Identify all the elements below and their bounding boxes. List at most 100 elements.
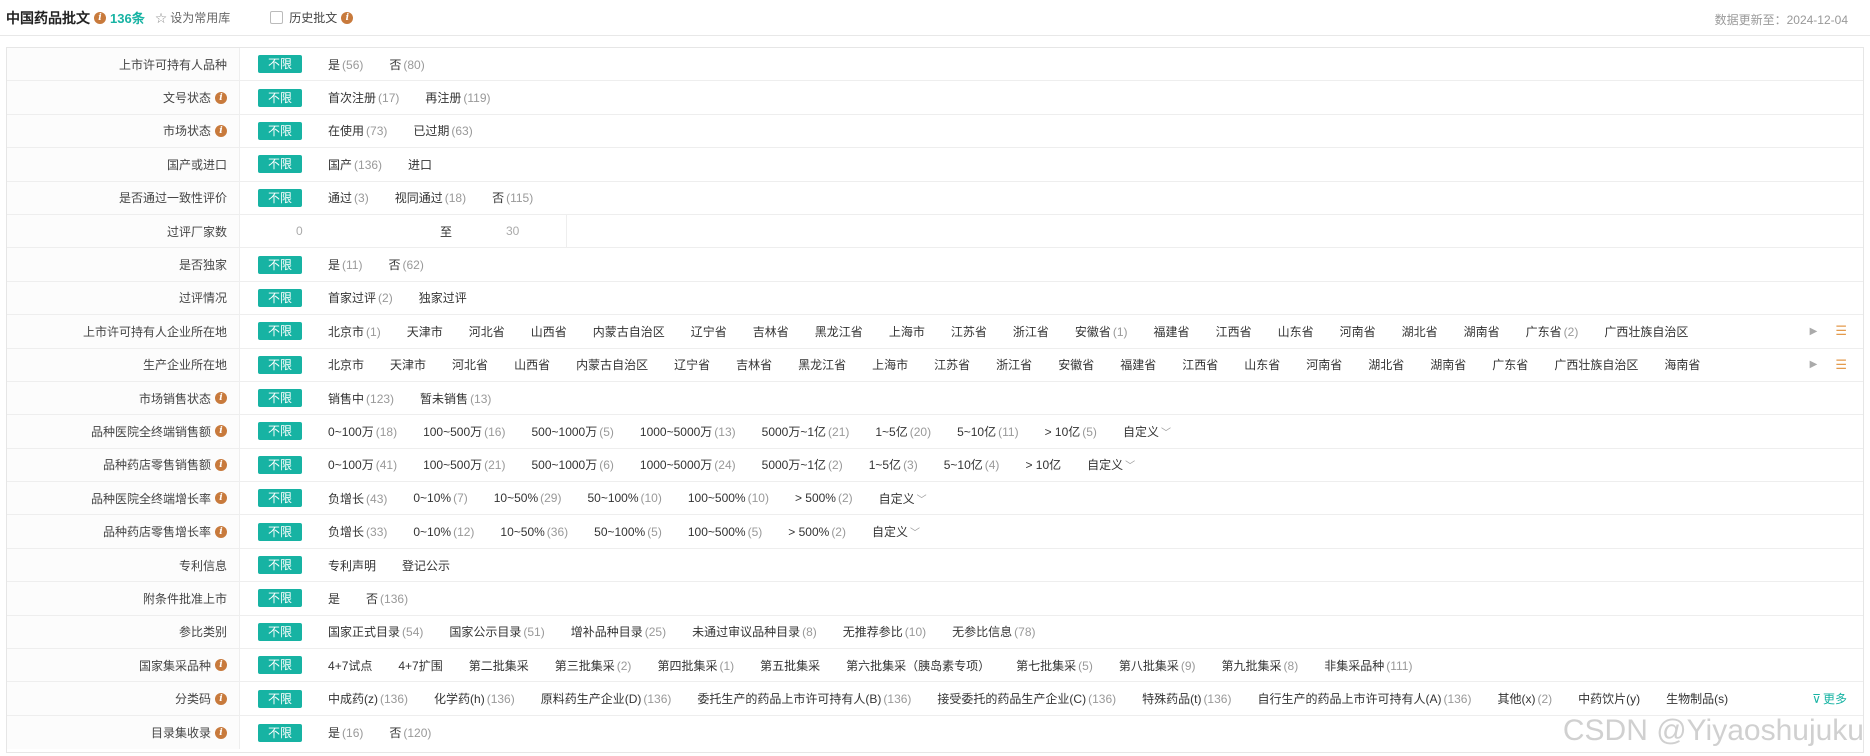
filter-option[interactable]: 河南省 — [1340, 323, 1376, 340]
custom-range-dropdown[interactable]: 自定义 ﹀ — [872, 523, 920, 540]
info-icon[interactable]: i — [215, 525, 227, 538]
filter-option[interactable]: 江西省 — [1182, 356, 1218, 373]
filter-option[interactable]: 天津市 — [407, 323, 443, 340]
filter-option[interactable]: 生物制品(s) — [1666, 690, 1728, 707]
unlimited-tag[interactable]: 不限 — [258, 88, 303, 107]
filter-option[interactable]: 500~1000万 (5) — [531, 423, 613, 440]
filter-option[interactable]: 是 — [328, 590, 340, 607]
filter-option[interactable]: 是 (16) — [328, 724, 363, 741]
unlimited-tag[interactable]: 不限 — [258, 723, 303, 742]
filter-option[interactable]: 销售中 (123) — [328, 390, 394, 407]
filter-option[interactable]: 辽宁省 — [674, 356, 710, 373]
filter-option[interactable]: 否 (120) — [389, 724, 431, 741]
filter-option[interactable]: 无推荐参比 (10) — [843, 623, 926, 640]
custom-range-dropdown[interactable]: 自定义 ﹀ — [1087, 456, 1135, 473]
filter-option[interactable]: 在使用 (73) — [328, 122, 387, 139]
filter-option[interactable]: 负增长 (43) — [328, 490, 387, 507]
filter-option[interactable]: 河北省 — [469, 323, 505, 340]
filter-option[interactable]: 独家过评 — [419, 289, 467, 306]
filter-option[interactable]: 上海市 — [889, 323, 925, 340]
filter-option[interactable]: 安徽省 (1) — [1075, 323, 1128, 340]
info-icon[interactable]: i — [341, 11, 354, 24]
filter-option[interactable]: 第八批集采 (9) — [1119, 657, 1196, 674]
unlimited-tag[interactable]: 不限 — [258, 288, 303, 307]
filter-option[interactable]: 0~100万 (41) — [328, 456, 397, 473]
filter-option[interactable]: 已过期 (63) — [413, 122, 472, 139]
filter-option[interactable]: 第三批集采 (2) — [555, 657, 632, 674]
filter-option[interactable]: 中成药(z) (136) — [328, 690, 408, 707]
filter-option[interactable]: 中药饮片(y) — [1578, 690, 1640, 707]
filter-option[interactable]: 海南省 — [1664, 356, 1700, 373]
filter-option[interactable]: 4+7试点 — [328, 657, 372, 674]
filter-option[interactable]: 首次注册 (17) — [328, 89, 399, 106]
filter-option[interactable]: 江苏省 — [934, 356, 970, 373]
info-icon[interactable]: i — [215, 124, 227, 137]
unlimited-tag[interactable]: 不限 — [258, 455, 303, 474]
filter-option[interactable]: > 10亿 (5) — [1045, 423, 1097, 440]
info-icon[interactable]: i — [215, 392, 227, 405]
filter-option[interactable]: 是 (11) — [328, 256, 362, 273]
filter-option[interactable]: 国家公示目录 (51) — [449, 623, 544, 640]
filter-option[interactable]: 黑龙江省 — [798, 356, 846, 373]
filter-option[interactable]: 第四批集采 (1) — [657, 657, 734, 674]
history-checkbox[interactable] — [270, 11, 284, 24]
filter-option[interactable]: 5000万~1亿 (21) — [762, 423, 850, 440]
filter-option[interactable]: 5~10亿 (11) — [957, 423, 1018, 440]
filter-option[interactable]: 河南省 — [1306, 356, 1342, 373]
filter-option[interactable]: 4+7扩围 — [398, 657, 442, 674]
filter-option[interactable]: 广西壮族自治区 — [1554, 356, 1638, 373]
unlimited-tag[interactable]: 不限 — [258, 622, 303, 641]
filter-option[interactable]: 0~100万 (18) — [328, 423, 397, 440]
filter-option[interactable]: > 500% (2) — [795, 491, 853, 505]
info-icon[interactable]: i — [215, 492, 227, 505]
filter-option[interactable]: 吉林省 — [753, 323, 789, 340]
filter-option[interactable]: 1~5亿 (3) — [869, 456, 918, 473]
filter-option[interactable]: 专利声明 — [328, 557, 376, 574]
filter-option[interactable]: 是 (56) — [328, 56, 363, 73]
unlimited-tag[interactable]: 不限 — [258, 188, 303, 207]
filter-option[interactable]: 第七批集采 (5) — [1016, 657, 1093, 674]
filter-option[interactable]: 安徽省 — [1058, 356, 1094, 373]
filter-option[interactable]: 北京市 (1) — [328, 323, 381, 340]
unlimited-tag[interactable]: 不限 — [258, 155, 303, 174]
unlimited-tag[interactable]: 不限 — [258, 589, 303, 608]
filter-option[interactable]: 1000~5000万 (13) — [640, 423, 736, 440]
set-favorite-button[interactable]: ☆ 设为常用库 — [155, 9, 231, 26]
filter-option[interactable]: 暂未销售 (13) — [420, 390, 491, 407]
filter-option[interactable]: 接受委托的药品生产企业(C) (136) — [937, 690, 1116, 707]
info-icon[interactable]: i — [94, 11, 106, 24]
filter-option[interactable]: 0~10% (7) — [413, 491, 467, 505]
unlimited-tag[interactable]: 不限 — [258, 55, 303, 74]
filter-option[interactable]: 500~1000万 (6) — [531, 456, 613, 473]
filter-option[interactable]: 国家正式目录 (54) — [328, 623, 423, 640]
filter-option[interactable]: 负增长 (33) — [328, 523, 387, 540]
custom-range-dropdown[interactable]: 自定义 ﹀ — [1123, 423, 1171, 440]
filter-option[interactable]: 江苏省 — [951, 323, 987, 340]
filter-option[interactable]: 通过 (3) — [328, 189, 369, 206]
history-approval-toggle[interactable]: 历史批文 i — [270, 9, 354, 26]
filter-option[interactable]: 否 (80) — [389, 56, 424, 73]
filter-option[interactable]: 50~100% (5) — [594, 525, 662, 539]
filter-option[interactable]: 天津市 — [390, 356, 426, 373]
filter-option[interactable]: 辽宁省 — [691, 323, 727, 340]
unlimited-tag[interactable]: 不限 — [258, 556, 303, 575]
expand-arrow-icon[interactable]: ▶ — [1810, 359, 1818, 370]
filter-option[interactable]: 山东省 — [1278, 323, 1314, 340]
filter-option[interactable]: 增补品种目录 (25) — [571, 623, 666, 640]
filter-option[interactable]: 1~5亿 (20) — [875, 423, 931, 440]
filter-option[interactable]: 福建省 — [1154, 323, 1190, 340]
unlimited-tag[interactable]: 不限 — [258, 422, 303, 441]
custom-range-dropdown[interactable]: 自定义 ﹀ — [879, 490, 927, 507]
expand-arrow-icon[interactable]: ▶ — [1810, 326, 1818, 337]
filter-option[interactable]: 广东省 — [1492, 356, 1528, 373]
filter-option[interactable]: 第六批集采（胰岛素专项） — [846, 657, 990, 674]
filter-option[interactable]: 100~500% (10) — [688, 491, 769, 505]
filter-option[interactable]: 否 (115) — [492, 189, 533, 206]
unlimited-tag[interactable]: 不限 — [258, 489, 303, 508]
filter-option[interactable]: 未通过审议品种目录 (8) — [692, 623, 817, 640]
filter-option[interactable]: 原料药生产企业(D) (136) — [541, 690, 672, 707]
filter-option[interactable]: 第五批集采 — [760, 657, 820, 674]
info-icon[interactable]: i — [215, 91, 227, 104]
filter-option[interactable]: 湖南省 — [1464, 323, 1500, 340]
filter-option[interactable]: 无参比信息 (78) — [952, 623, 1035, 640]
